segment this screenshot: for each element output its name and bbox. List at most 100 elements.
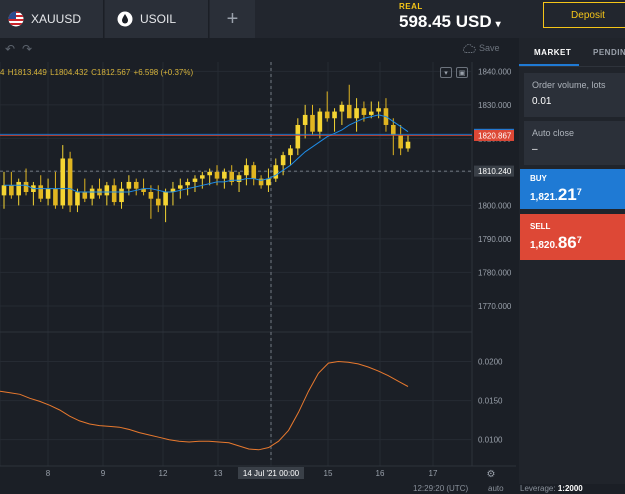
candle-body[interactable] bbox=[200, 175, 205, 179]
leverage-label: Leverage: bbox=[520, 484, 556, 493]
candle-body[interactable] bbox=[9, 185, 14, 196]
candle-body[interactable] bbox=[60, 158, 66, 206]
candle-body[interactable] bbox=[288, 148, 293, 156]
tab-usoil[interactable]: USOIL bbox=[105, 0, 209, 38]
autoclose-field[interactable]: Auto close – bbox=[524, 121, 625, 165]
y-tick-label: 1800.000 bbox=[478, 201, 512, 210]
candle-body[interactable] bbox=[244, 165, 249, 176]
indicator-tick-label: 0.0200 bbox=[478, 358, 503, 367]
candle-body[interactable] bbox=[302, 114, 308, 125]
candle-body[interactable] bbox=[45, 188, 51, 199]
candle-body[interactable] bbox=[192, 178, 198, 182]
price-tag-label: 1810.240 bbox=[478, 167, 512, 176]
order-panel: MARKET PENDING Order volume, lots 0.01 A… bbox=[519, 38, 625, 484]
buy-price-big: 21 bbox=[557, 185, 577, 204]
price-chart[interactable]: 1840.0001830.0001820.0001810.0001800.000… bbox=[0, 62, 516, 484]
tab-xauusd[interactable]: XAUUSD bbox=[0, 0, 104, 38]
account-selector[interactable]: REAL 598.45 USD ▾ bbox=[399, 2, 501, 32]
candle-body[interactable] bbox=[67, 158, 73, 206]
redo-icon[interactable]: ↷ bbox=[22, 42, 32, 56]
candle-body[interactable] bbox=[177, 185, 183, 189]
candle-body[interactable] bbox=[185, 181, 190, 186]
candle-body[interactable] bbox=[346, 104, 352, 119]
candle-body[interactable] bbox=[16, 181, 21, 196]
chart-toolbar: ↶ ↷ Save bbox=[0, 38, 516, 62]
candle-body[interactable] bbox=[163, 192, 168, 206]
tab-pending[interactable]: PENDING bbox=[593, 48, 625, 57]
candle-body[interactable] bbox=[332, 111, 337, 119]
leverage-value: 1:2000 bbox=[557, 484, 583, 493]
candle-body[interactable] bbox=[251, 165, 257, 179]
candle-body[interactable] bbox=[273, 165, 279, 179]
price-tag-label: 1820.867 bbox=[478, 131, 512, 140]
candle-body[interactable] bbox=[214, 171, 220, 179]
candle-body[interactable] bbox=[310, 114, 315, 132]
leverage: Leverage: 1:2000 bbox=[520, 484, 583, 493]
candle-body[interactable] bbox=[133, 181, 139, 189]
mode-label: auto bbox=[488, 484, 504, 493]
chevron-down-icon: ▾ bbox=[495, 19, 501, 30]
candle-body[interactable] bbox=[236, 175, 242, 182]
sell-price: 1,820.867 bbox=[530, 233, 625, 253]
candle-body[interactable] bbox=[75, 192, 80, 206]
balance-value: 598.45 USD bbox=[399, 12, 492, 31]
status-bar: 12:29:20 (UTC) auto Leverage: 1:2000 bbox=[0, 484, 625, 494]
candle-body[interactable] bbox=[354, 108, 359, 119]
candle-body[interactable] bbox=[324, 111, 330, 119]
candle-body[interactable] bbox=[398, 135, 403, 149]
active-tab-indicator bbox=[519, 64, 579, 66]
candle-body[interactable] bbox=[23, 181, 29, 192]
deposit-button[interactable]: Deposit bbox=[543, 2, 625, 28]
candle-body[interactable] bbox=[361, 108, 367, 115]
gear-icon[interactable]: ⚙ bbox=[487, 469, 496, 480]
candle-body[interactable] bbox=[119, 188, 124, 203]
candle-body[interactable] bbox=[339, 104, 345, 112]
candle-body[interactable] bbox=[104, 185, 110, 196]
candle-body[interactable] bbox=[222, 171, 227, 179]
undo-icon[interactable]: ↶ bbox=[5, 42, 15, 56]
candle-body[interactable] bbox=[317, 111, 323, 132]
sell-price-big: 86 bbox=[557, 233, 577, 252]
candle-body[interactable] bbox=[391, 124, 396, 136]
ohlc-readout: 4 H1813.449 L1804.432 C1812.567 +6.598 (… bbox=[0, 68, 194, 77]
camera-icon[interactable]: ▣ bbox=[456, 67, 468, 78]
candle-body[interactable] bbox=[148, 192, 154, 199]
candle-body[interactable] bbox=[207, 171, 212, 176]
tab-label: XAUUSD bbox=[31, 12, 82, 26]
us-flag-icon bbox=[8, 11, 24, 27]
buy-label: BUY bbox=[530, 174, 547, 183]
save-button[interactable]: Save bbox=[462, 43, 500, 53]
candle-body[interactable] bbox=[368, 111, 374, 115]
candle-body[interactable] bbox=[111, 185, 117, 203]
cloud-icon bbox=[462, 43, 476, 53]
y-tick-label: 1780.000 bbox=[478, 268, 512, 277]
candle-body[interactable] bbox=[53, 188, 58, 206]
candle-body[interactable] bbox=[266, 178, 271, 186]
x-tick-label: 8 bbox=[46, 469, 51, 478]
order-tabs: MARKET PENDING bbox=[519, 38, 625, 67]
x-tick-label: 17 bbox=[429, 469, 438, 478]
tab-market[interactable]: MARKET bbox=[534, 48, 571, 57]
candle-body[interactable] bbox=[126, 181, 132, 189]
y-tick-label: 1830.000 bbox=[478, 101, 512, 110]
account-balance: 598.45 USD ▾ bbox=[399, 12, 501, 32]
candle-body[interactable] bbox=[376, 108, 381, 112]
candle-body[interactable] bbox=[155, 198, 161, 206]
add-tab-button[interactable]: + bbox=[210, 0, 255, 38]
candle-body[interactable] bbox=[89, 188, 95, 199]
candle-body[interactable] bbox=[405, 141, 411, 149]
candle-body[interactable] bbox=[38, 185, 44, 199]
sell-button[interactable]: SELL 1,820.867 bbox=[520, 214, 625, 260]
crosshair-date-label: 14 Jul '21 00:00 bbox=[243, 469, 300, 478]
buy-price-sup: 7 bbox=[576, 187, 582, 197]
save-label: Save bbox=[479, 43, 500, 53]
autoclose-value: – bbox=[532, 144, 538, 155]
candle-body[interactable] bbox=[280, 155, 286, 166]
arrow-down-icon[interactable]: ▾ bbox=[440, 67, 452, 78]
ohlc-low: L1804.432 bbox=[50, 68, 88, 77]
volume-field[interactable]: Order volume, lots 0.01 bbox=[524, 73, 625, 117]
candle-body[interactable] bbox=[1, 185, 7, 196]
candle-body[interactable] bbox=[295, 124, 301, 149]
candle-body[interactable] bbox=[82, 192, 88, 199]
buy-button[interactable]: BUY 1,821.217 bbox=[520, 169, 625, 209]
